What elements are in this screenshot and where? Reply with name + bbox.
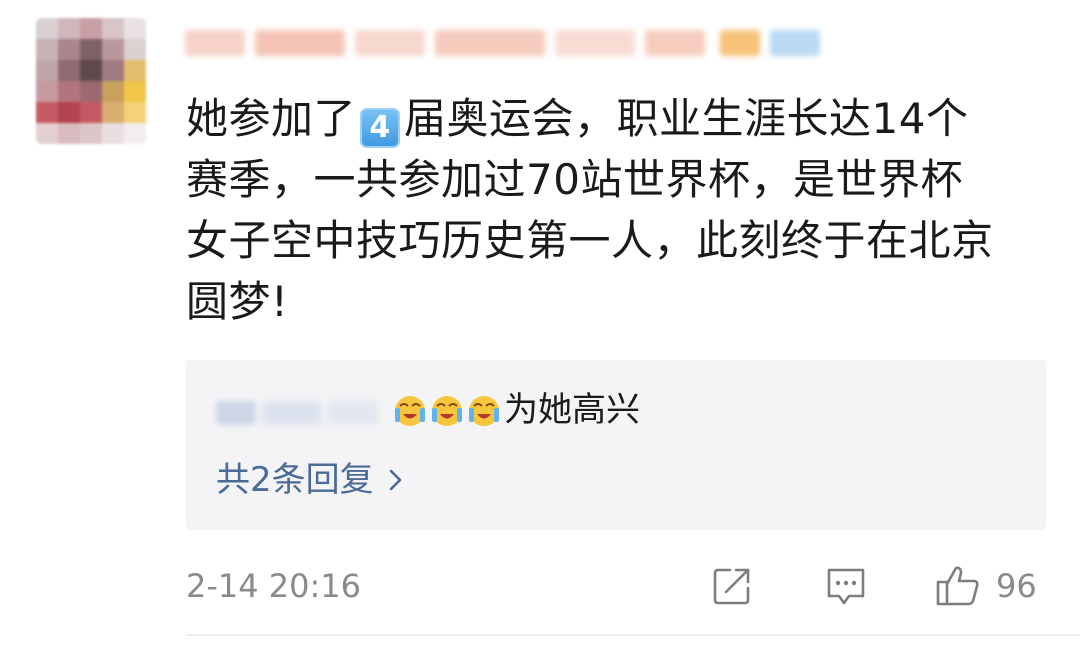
comment-line-3: 女子空中技巧历史第一人，此刻终于在北京 [186, 216, 994, 265]
view-replies-link[interactable]: 共2条回复 [216, 458, 404, 502]
comment-icon[interactable] [824, 564, 868, 608]
reply-text: 为她高兴 [504, 390, 640, 430]
keycap-four-emoji: 4 [360, 108, 401, 148]
comment-line-4: 圆梦! [186, 277, 289, 326]
avatar[interactable] [36, 18, 146, 144]
comment-line-1: 她参加了 4 届奥运会，职业生涯长达14个 [186, 88, 1066, 149]
chevron-right-icon[interactable] [388, 466, 404, 494]
like-count: 96 [996, 567, 1037, 605]
reply-preview[interactable]: 为她高兴 共2条回复 [186, 360, 1046, 530]
crying-face-emoji [469, 396, 499, 426]
view-replies-label[interactable]: 共2条回复 [216, 458, 374, 502]
comment-button[interactable] [824, 562, 868, 610]
comment-timestamp: 2-14 20:16 [186, 567, 362, 605]
comment-line-2: 赛季，一共参加过70站世界杯，是世界杯 [186, 155, 963, 204]
comment-line-1-end: 届奥运会，职业生涯长达14个 [404, 94, 969, 143]
username-redacted[interactable] [185, 20, 825, 66]
comment-text: 她参加了 4 届奥运会，职业生涯长达14个 赛季，一共参加过70站世界杯，是世界杯 … [186, 88, 1066, 332]
comment-line-1-start: 她参加了 [186, 94, 357, 143]
reply-username-redacted[interactable] [216, 395, 386, 431]
like-icon[interactable] [934, 563, 982, 609]
share-button[interactable] [710, 562, 754, 610]
like-button[interactable]: 96 [934, 562, 1037, 610]
divider [186, 634, 1080, 636]
reply-emoji-group [392, 388, 503, 432]
crying-face-emoji [432, 396, 462, 426]
comment-card: 她参加了 4 届奥运会，职业生涯长达14个 赛季，一共参加过70站世界杯，是世界杯 … [0, 0, 1080, 646]
share-icon[interactable] [710, 564, 754, 608]
crying-face-emoji [395, 396, 425, 426]
